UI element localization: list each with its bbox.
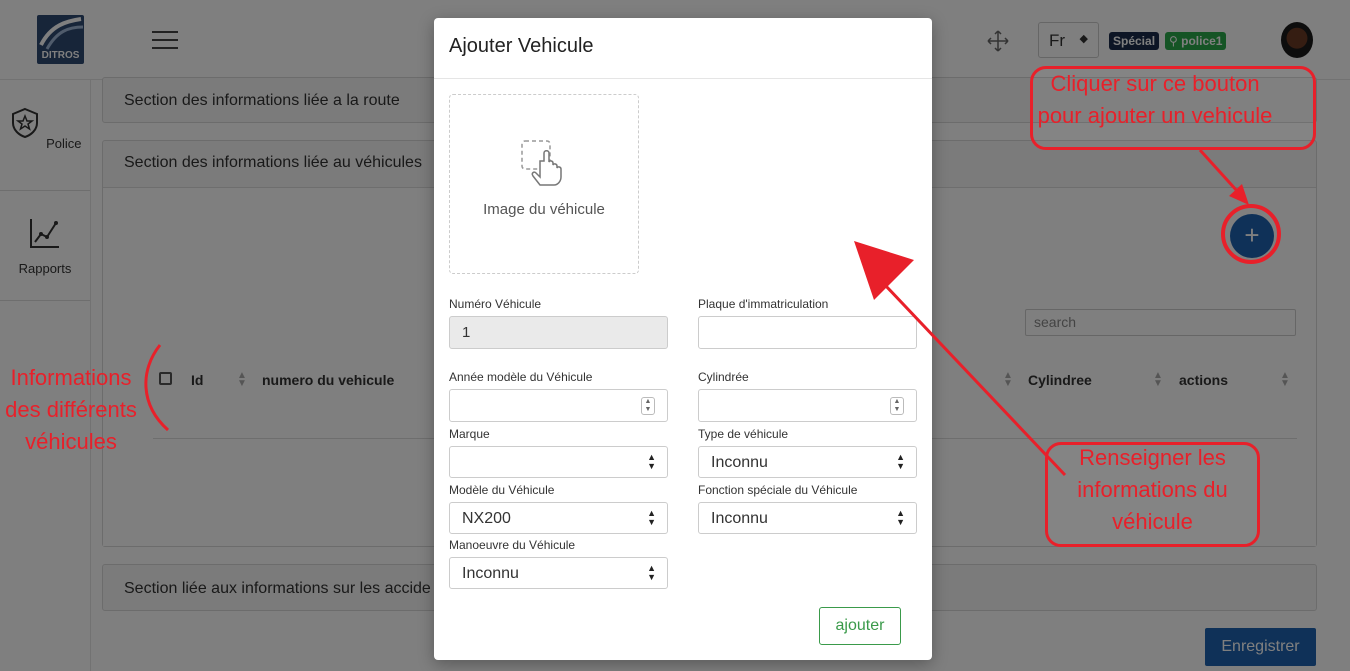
arrow-line xyxy=(1198,148,1240,194)
arrow-line xyxy=(883,283,1067,477)
highlight-circle xyxy=(1221,204,1281,264)
annotation-arrows xyxy=(144,148,1281,477)
bracket-curve xyxy=(144,344,169,432)
arrowhead xyxy=(854,241,914,300)
